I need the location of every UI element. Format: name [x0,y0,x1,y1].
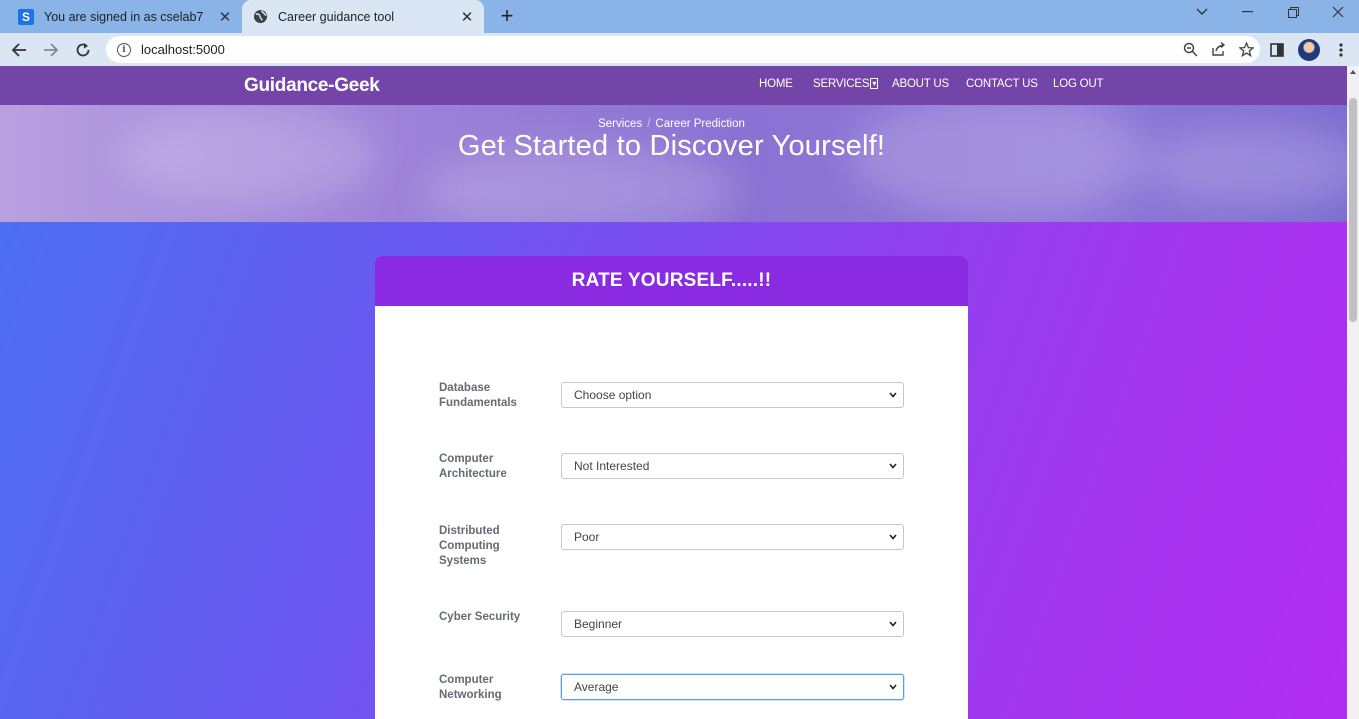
share-icon[interactable] [1204,36,1232,63]
database-fundamentals-select[interactable]: Choose option [561,382,904,408]
site-info-icon[interactable]: i [117,42,131,57]
tab-search-icon[interactable] [1180,0,1224,24]
site-navbar: Guidance-Geek HOME SERVICES ▾ ABOUT US CO… [0,66,1347,105]
page-scrollbar[interactable] [1347,66,1359,719]
close-tab-icon[interactable]: ✕ [214,6,236,28]
nav-contact-us[interactable]: CONTACT US [966,78,1038,90]
nav-about-us[interactable]: ABOUT US [892,78,949,90]
select-value: Average [574,680,619,694]
computer-architecture-select[interactable]: Not Interested [561,453,904,479]
tab-career-guidance[interactable]: Career guidance tool ✕ [242,0,484,33]
forward-arrow-icon[interactable] [38,37,64,63]
main-section: RATE YOURSELF.....!! Database Fundamenta… [0,222,1347,719]
select-value: Choose option [574,388,652,402]
chevron-down-icon [889,392,897,398]
select-value: Poor [574,530,600,544]
breadcrumb-services[interactable]: Services [598,118,642,130]
tab-strip: S You are signed in as cselab7 ✕ Career … [0,0,1359,33]
field-label: Computer Architecture [439,453,507,480]
chevron-down-icon [889,463,897,469]
field-label: Computer Networking [439,674,502,701]
close-tab-icon[interactable]: ✕ [456,6,478,28]
field-label: Database Fundamentals [439,382,517,409]
breadcrumb-career-prediction: Career Prediction [655,118,745,130]
nav-home[interactable]: HOME [759,78,793,90]
bookmark-star-icon[interactable] [1232,36,1260,63]
reload-icon[interactable] [70,37,96,63]
s-letter-icon: S [18,8,34,25]
page-title: Get Started to Discover Yourself! [457,130,886,162]
select-value: Beginner [574,617,623,631]
address-url: localhost:5000 [141,42,225,57]
field-label: Cyber Security [439,611,521,623]
close-window-icon[interactable] [1316,0,1359,24]
side-panel-icon[interactable] [1264,37,1290,63]
chevron-down-icon [889,534,897,540]
chevron-down-icon [889,684,897,690]
back-arrow-icon[interactable] [6,37,32,63]
browser-menu-icon[interactable] [1328,37,1354,63]
scroll-up-icon[interactable] [1350,70,1356,74]
form-header: RATE YOURSELF.....!! [375,256,968,306]
zoom-icon[interactable] [1176,36,1204,63]
breadcrumb-separator: / [647,118,651,130]
nav-log-out[interactable]: LOG OUT [1053,78,1104,90]
chevron-down-icon [889,621,897,627]
hero-banner: Guidance-Geek HOME SERVICES ▾ ABOUT US CO… [0,66,1347,222]
new-tab-button[interactable]: + [494,3,520,29]
tab-signed-in[interactable]: S You are signed in as cselab7 ✕ [8,0,242,33]
restore-icon[interactable] [1271,0,1315,24]
profile-avatar[interactable] [1296,37,1322,63]
brand-logo[interactable]: Guidance-Geek [244,75,380,97]
cyber-security-select[interactable]: Beginner [561,611,904,637]
address-bar[interactable]: i localhost:5000 [106,36,1260,63]
field-label: Distributed Computing Systems [439,525,500,567]
browser-toolbar: i localhost:5000 [0,33,1359,66]
nav-services-label: SERVICES [813,78,870,90]
breadcrumb: Services / Career Prediction [0,118,1343,130]
page-viewport: Guidance-Geek HOME SERVICES ▾ ABOUT US CO… [0,66,1347,719]
scrollbar-thumb[interactable] [1349,98,1357,322]
distributed-computing-select[interactable]: Poor [561,524,904,550]
nav-services[interactable]: SERVICES ▾ [813,78,879,90]
dropdown-icon: ▾ [870,78,879,89]
tab-title: Career guidance tool [278,9,395,24]
computer-networking-select[interactable]: Average [561,674,904,700]
tab-title: You are signed in as cselab7 [44,9,204,24]
select-value: Not Interested [574,459,650,473]
minimize-icon[interactable] [1225,0,1269,24]
rating-form-card: RATE YOURSELF.....!! Database Fundamenta… [375,256,968,719]
globe-icon [252,9,268,25]
